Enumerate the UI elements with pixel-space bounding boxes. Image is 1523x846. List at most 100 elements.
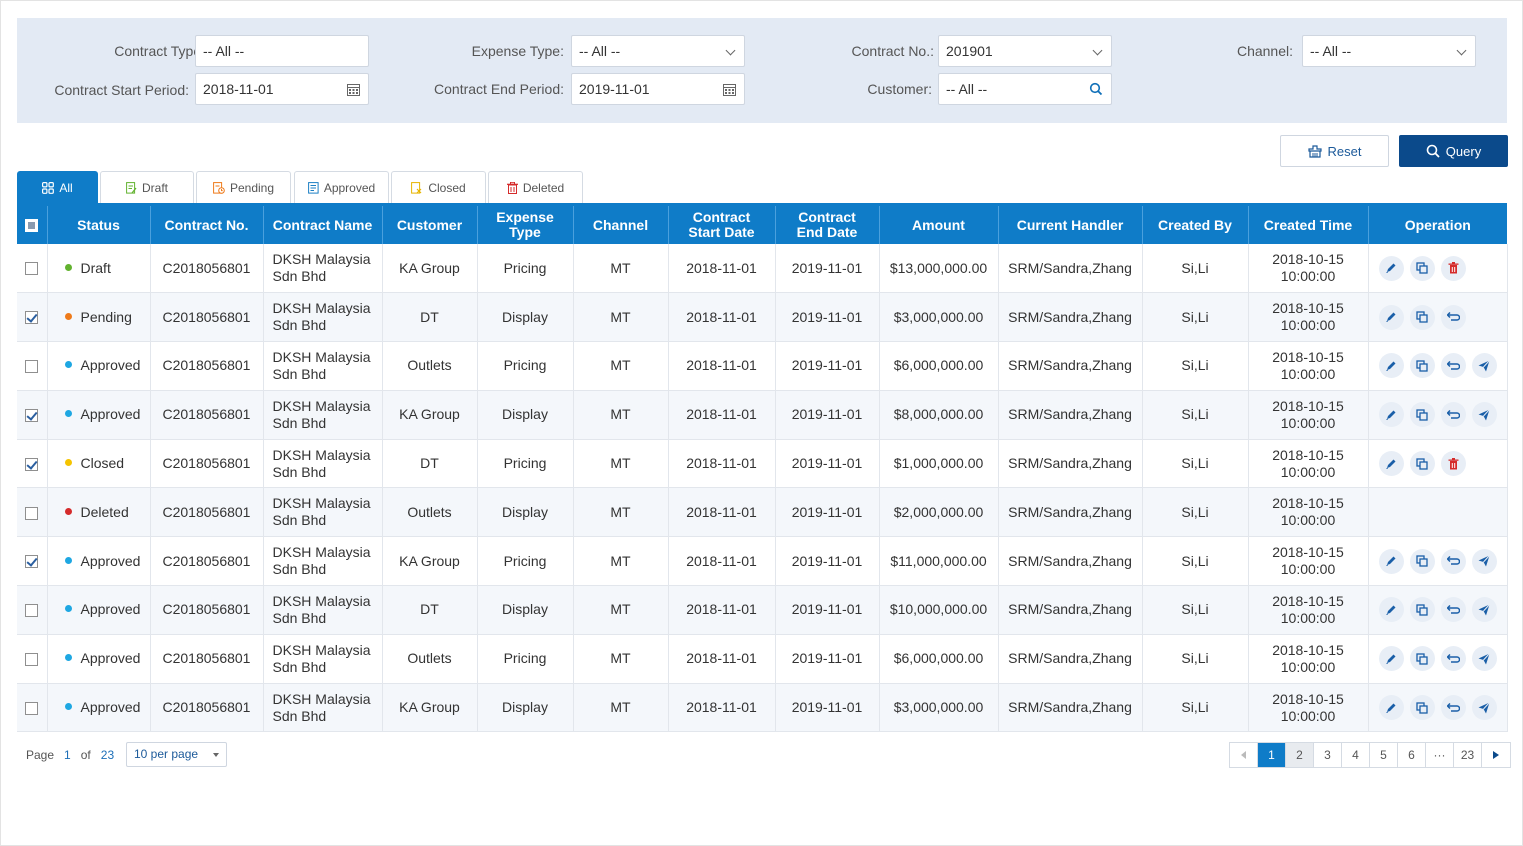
- withdraw-icon[interactable]: [1440, 548, 1466, 574]
- tab-all[interactable]: All: [17, 171, 98, 203]
- col-header-contract-name[interactable]: Contract Name: [263, 206, 383, 244]
- tab-pending[interactable]: Pending: [196, 171, 291, 203]
- col-header-current-handler[interactable]: Current Handler: [998, 206, 1143, 244]
- contract-no-select[interactable]: 201901: [938, 35, 1112, 67]
- query-button[interactable]: Query: [1399, 135, 1508, 167]
- page-button[interactable]: 4: [1342, 743, 1370, 767]
- edit-icon[interactable]: [1378, 353, 1404, 379]
- send-icon[interactable]: [1471, 548, 1497, 574]
- withdraw-icon[interactable]: [1440, 695, 1466, 721]
- channel-select[interactable]: -- All --: [1302, 35, 1476, 67]
- search-icon[interactable]: [1089, 82, 1103, 96]
- tab-draft[interactable]: Draft: [100, 171, 194, 203]
- copy-icon[interactable]: [1409, 255, 1435, 281]
- end-period-input[interactable]: 2019-11-01: [571, 73, 745, 105]
- row-checkbox[interactable]: [25, 457, 39, 471]
- send-icon[interactable]: [1471, 646, 1497, 672]
- row-checkbox[interactable]: [25, 506, 39, 520]
- table-row[interactable]: Approved C2018056801 DKSH Malaysia Sdn Bhd K…: [17, 683, 1508, 733]
- table-row[interactable]: Approved C2018056801 DKSH Malaysia Sdn Bhd K…: [17, 536, 1508, 587]
- col-header-status[interactable]: Status: [47, 206, 151, 244]
- col-header-expense-type[interactable]: Expense Type: [477, 206, 574, 244]
- edit-icon[interactable]: [1378, 255, 1404, 281]
- table-row[interactable]: Approved C2018056801 DKSH Malaysia Sdn Bhd O…: [17, 634, 1508, 684]
- created-time-cell: 2018-10-15 10:00:00: [1248, 244, 1369, 294]
- calendar-icon[interactable]: [347, 83, 360, 96]
- copy-icon[interactable]: [1409, 597, 1435, 623]
- customer-input[interactable]: -- All --: [938, 73, 1112, 105]
- edit-icon[interactable]: [1378, 402, 1404, 428]
- col-header-amount[interactable]: Amount: [879, 206, 999, 244]
- table-row[interactable]: Approved C2018056801 DKSH Malaysia Sdn Bhd K…: [17, 390, 1508, 440]
- calendar-icon[interactable]: [723, 83, 736, 96]
- delete-icon[interactable]: [1440, 451, 1466, 477]
- col-header-channel[interactable]: Channel: [573, 206, 669, 244]
- reset-button[interactable]: Reset: [1280, 135, 1389, 167]
- page-button[interactable]: 6: [1398, 743, 1426, 767]
- edit-icon[interactable]: [1378, 304, 1404, 330]
- row-checkbox[interactable]: [25, 360, 39, 374]
- per-page-select[interactable]: 10 per page: [126, 742, 227, 767]
- copy-icon[interactable]: [1409, 402, 1435, 428]
- expense-type-select[interactable]: -- All --: [571, 35, 745, 67]
- amount-cell: $8,000,000.00: [879, 390, 999, 440]
- send-icon[interactable]: [1471, 402, 1497, 428]
- table-row[interactable]: Draft C2018056801 DKSH Malaysia Sdn Bhd KA G…: [17, 244, 1508, 294]
- page-button[interactable]: 3: [1314, 743, 1342, 767]
- send-icon[interactable]: [1471, 597, 1497, 623]
- copy-icon[interactable]: [1409, 646, 1435, 672]
- row-checkbox[interactable]: [25, 409, 39, 423]
- withdraw-icon[interactable]: [1440, 402, 1466, 428]
- row-checkbox[interactable]: [25, 604, 39, 618]
- col-header-created-by[interactable]: Created By: [1142, 206, 1249, 244]
- copy-icon[interactable]: [1409, 548, 1435, 574]
- col-header-created-time[interactable]: Created Time: [1248, 206, 1369, 244]
- table-row[interactable]: Approved C2018056801 DKSH Malaysia Sdn Bhd O…: [17, 341, 1508, 391]
- row-checkbox[interactable]: [25, 311, 39, 325]
- row-checkbox[interactable]: [25, 555, 39, 569]
- table-row[interactable]: Closed C2018056801 DKSH Malaysia Sdn Bhd DT P…: [17, 439, 1508, 489]
- edit-icon[interactable]: [1378, 597, 1404, 623]
- contract-type-select[interactable]: -- All --: [195, 35, 369, 67]
- page-button[interactable]: 5: [1370, 743, 1398, 767]
- col-header-contract-no[interactable]: Contract No.: [150, 206, 264, 244]
- edit-icon[interactable]: [1378, 695, 1404, 721]
- col-header-end-date[interactable]: Contract End Date: [775, 206, 880, 244]
- col-header-customer[interactable]: Customer: [382, 206, 478, 244]
- withdraw-icon[interactable]: [1440, 304, 1466, 330]
- send-icon[interactable]: [1471, 353, 1497, 379]
- copy-icon[interactable]: [1409, 451, 1435, 477]
- row-checkbox[interactable]: [25, 701, 39, 715]
- created-by-cell: Si,Li: [1142, 536, 1249, 587]
- col-header-start-date[interactable]: Contract Start Date: [668, 206, 776, 244]
- edit-icon[interactable]: [1378, 548, 1404, 574]
- start-period-input[interactable]: 2018-11-01: [195, 73, 369, 105]
- withdraw-icon[interactable]: [1440, 646, 1466, 672]
- table-row[interactable]: Approved C2018056801 DKSH Malaysia Sdn Bhd D…: [17, 585, 1508, 635]
- contract-no-label: Contract No.:: [851, 43, 934, 59]
- reset-icon: [1307, 144, 1322, 158]
- page-button[interactable]: 2: [1286, 743, 1314, 767]
- next-page-button[interactable]: [1482, 743, 1510, 767]
- table-row[interactable]: Pending C2018056801 DKSH Malaysia Sdn Bhd DT…: [17, 292, 1508, 343]
- prev-page-button[interactable]: [1230, 743, 1258, 767]
- edit-icon[interactable]: [1378, 646, 1404, 672]
- select-all-checkbox[interactable]: [25, 219, 39, 233]
- row-checkbox[interactable]: [25, 262, 39, 276]
- tab-approved[interactable]: Approved: [294, 171, 389, 203]
- edit-icon[interactable]: [1378, 451, 1404, 477]
- delete-icon[interactable]: [1440, 255, 1466, 281]
- copy-icon[interactable]: [1409, 304, 1435, 330]
- withdraw-icon[interactable]: [1440, 597, 1466, 623]
- status-cell: Pending: [47, 292, 151, 343]
- copy-icon[interactable]: [1409, 353, 1435, 379]
- copy-icon[interactable]: [1409, 695, 1435, 721]
- send-icon[interactable]: [1471, 695, 1497, 721]
- withdraw-icon[interactable]: [1440, 353, 1466, 379]
- tab-closed[interactable]: Closed: [391, 171, 486, 203]
- tab-deleted[interactable]: Deleted: [488, 171, 583, 203]
- page-button[interactable]: 1: [1258, 743, 1286, 767]
- table-row[interactable]: Deleted C2018056801 DKSH Malaysia Sdn Bhd Ou…: [17, 487, 1508, 538]
- row-checkbox[interactable]: [25, 653, 39, 667]
- page-button[interactable]: 23: [1454, 743, 1482, 767]
